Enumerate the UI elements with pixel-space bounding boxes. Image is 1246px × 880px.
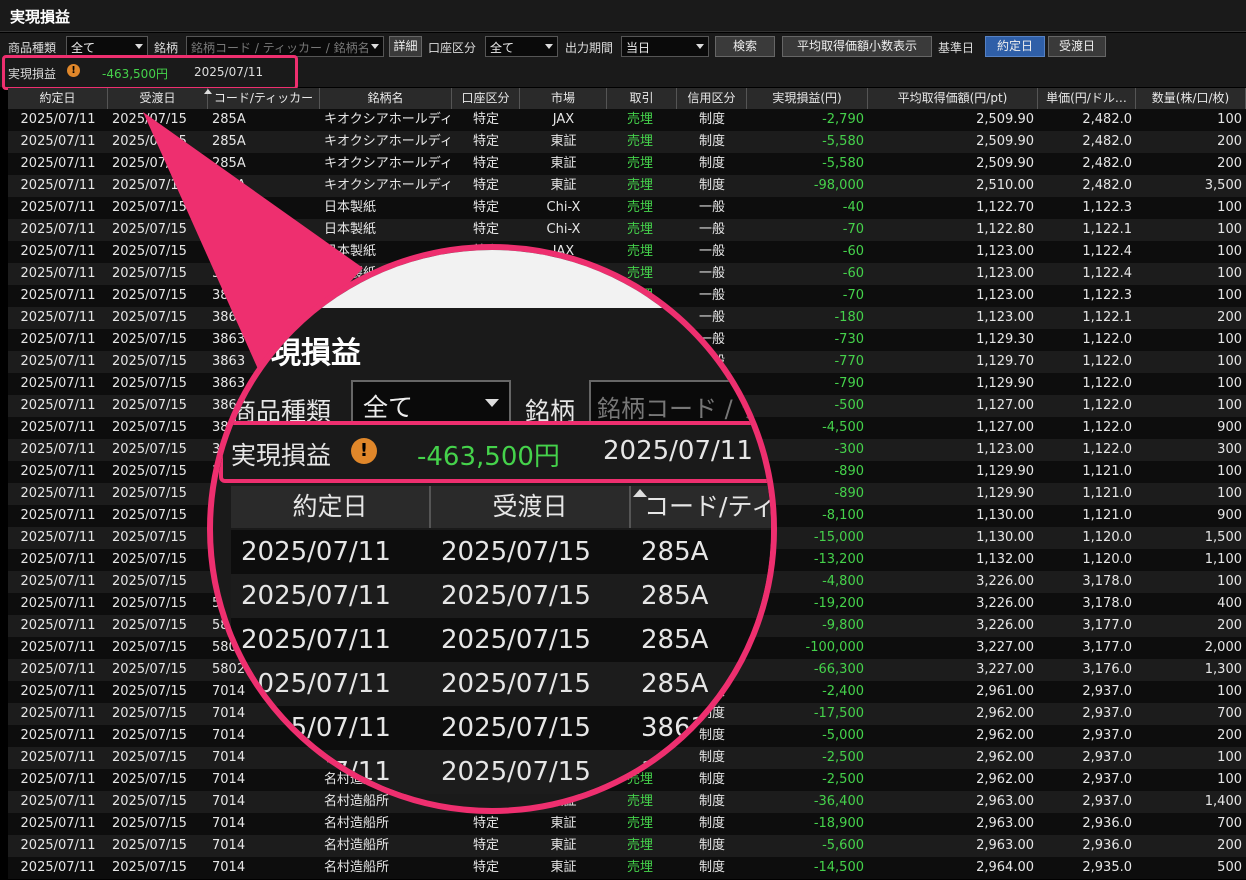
sort-ascending-icon [633, 489, 647, 497]
zoom-summary-value: -463,500円 [417, 442, 560, 472]
zoom-table-row: 2025/07/11 2025/07/15 285A [231, 574, 771, 618]
zoom-table-cell: 3863 [641, 713, 708, 743]
zoom-column-header: 約定日 [231, 486, 431, 528]
zoom-table-cell: 285A [641, 581, 709, 611]
zoom-table-cell: 2025/07/11 [241, 625, 391, 655]
zoom-table-row: 2025/07/11 2025/07/15 3863 [231, 750, 771, 794]
zoom-table-row: 2025/07/11 2025/07/15 285A [231, 662, 771, 706]
zoom-callout: 現損益 商品種類 全て 銘柄 銘柄コード / テ 実現損益 ! -463,500… [207, 244, 777, 814]
zoom-table-row: 2025/07/11 2025/07/15 285A [231, 618, 771, 662]
zoom-product-type-select: 全て [351, 380, 511, 424]
zoom-table-cell: 2025/07/15 [441, 581, 591, 611]
zoom-table-cell: 3863 [641, 757, 708, 787]
chevron-down-icon [485, 399, 499, 407]
zoom-table-cell: 2025/07/15 [441, 537, 591, 567]
zoom-table-cell: 285A [641, 537, 709, 567]
zoom-symbol-placeholder: 銘柄コード / テ [597, 395, 765, 423]
zoom-table-cell: 2025/07/15 [441, 713, 591, 743]
zoom-table-cell: 2025/07/15 [441, 625, 591, 655]
zoom-table-header: 約定日 受渡日 コード/ティ [231, 486, 771, 528]
zoom-table-cell: 285A [641, 669, 709, 699]
zoom-table-cell: 2025/07/11 [241, 713, 391, 743]
zoom-table-row: 2025/07/11 2025/07/15 3863 [231, 706, 771, 750]
zoom-column-header: コード/ティ [631, 486, 771, 528]
zoom-summary-date: 2025/07/11 [603, 436, 753, 466]
zoom-table-cell: 285A [641, 625, 709, 655]
zoom-column-header: 受渡日 [431, 486, 631, 528]
zoom-symbol-input: 銘柄コード / テ [589, 380, 771, 424]
zoom-warning-icon: ! [351, 438, 377, 464]
zoom-top-area [213, 250, 771, 308]
zoom-table-cell: 2025/07/11 [241, 537, 391, 567]
zoom-summary-label: 実現損益 [231, 441, 332, 470]
zoom-product-type-value: 全て [363, 393, 414, 422]
zoom-table-cell: 2025/07/11 [241, 669, 391, 699]
zoom-table-cell: 2025/07/11 [241, 757, 391, 787]
zoom-table-cell: 2025/07/15 [441, 669, 591, 699]
zoom-table-row: 2025/07/11 2025/07/15 285A [231, 530, 771, 574]
zoom-table-cell: 2025/07/15 [441, 757, 591, 787]
zoom-inner: 現損益 商品種類 全て 銘柄 銘柄コード / テ 実現損益 ! -463,500… [213, 250, 771, 808]
zoom-title: 現損益 [271, 336, 361, 371]
zoom-table-cell: 2025/07/11 [241, 581, 391, 611]
